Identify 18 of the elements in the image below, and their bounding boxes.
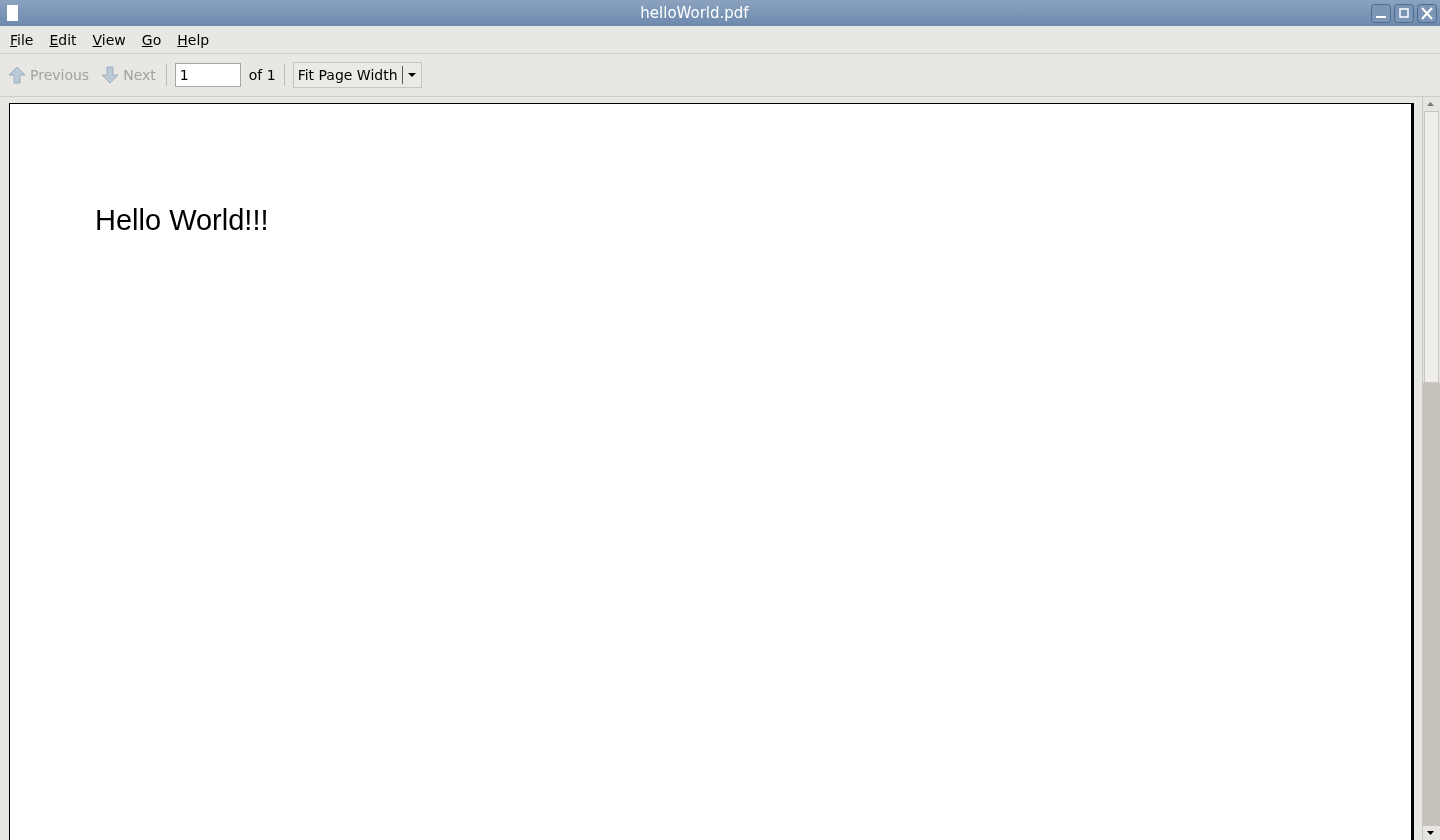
menu-item[interactable]: File <box>4 29 40 50</box>
document-icon <box>7 5 18 21</box>
up-arrow-icon <box>8 66 26 84</box>
vertical-scrollbar[interactable] <box>1422 97 1440 840</box>
document-text: Hello World!!! <box>95 204 270 237</box>
maximize-icon[interactable] <box>1394 3 1414 23</box>
page-count-label: of 1 <box>248 67 276 83</box>
window-title: helloWorld.pdf <box>639 4 750 22</box>
zoom-dropdown[interactable]: Fit Page Width <box>292 62 422 88</box>
close-icon[interactable] <box>1417 3 1437 23</box>
menu-item[interactable]: View <box>86 29 132 50</box>
minimize-icon[interactable] <box>1371 3 1391 23</box>
menu-item[interactable]: Help <box>171 29 216 50</box>
caret-icon <box>406 72 417 78</box>
menu-item[interactable]: Go <box>135 29 168 50</box>
page-number-field[interactable]: 1 <box>174 63 241 87</box>
down-arrow-icon <box>101 66 120 84</box>
menu-item[interactable]: Edit <box>43 29 83 50</box>
